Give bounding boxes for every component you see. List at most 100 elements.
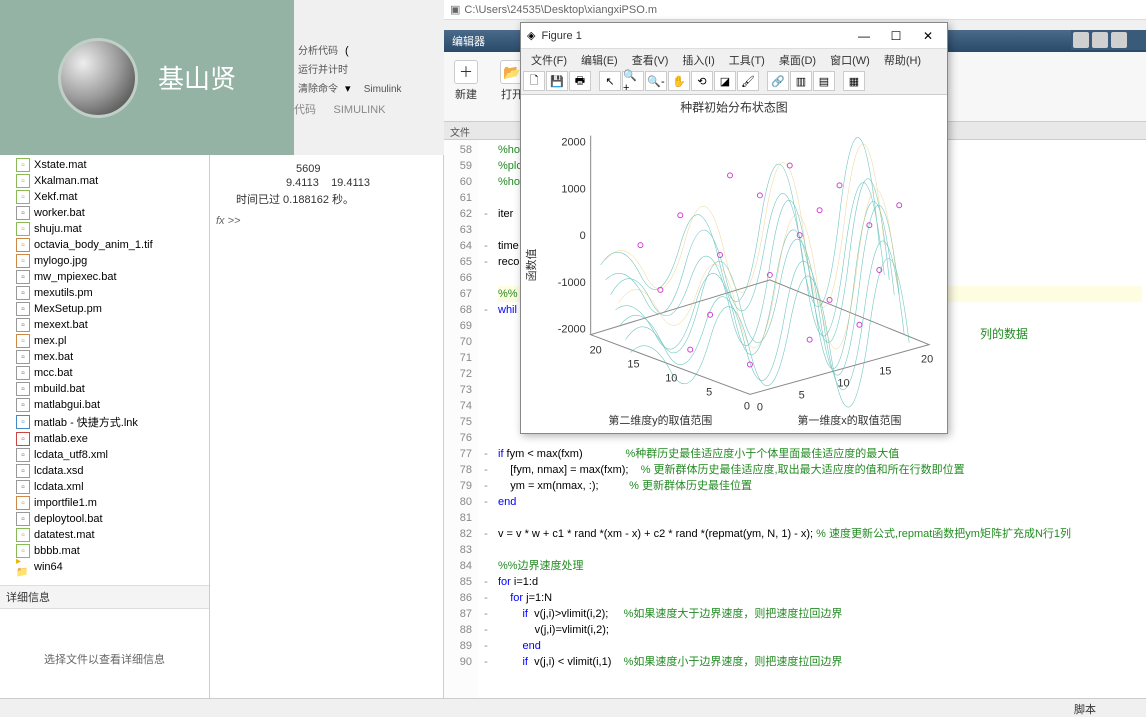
file-name: mexext.bat <box>34 319 88 331</box>
ribbon-icon[interactable] <box>1092 32 1108 48</box>
file-item[interactable]: ▫ lcdata.xml <box>2 479 207 495</box>
figure-menubar[interactable]: 文件(F)编辑(E)查看(V)插入(I)工具(T)桌面(D)窗口(W)帮助(H) <box>521 49 947 69</box>
file-item[interactable]: ▫matlabgui.bat <box>2 397 207 413</box>
command-window[interactable]: 5609 9.4113 19.4113 时间已过 0.188162 秒。 fx … <box>210 155 444 716</box>
x-label: 第一维度x的取值范围 <box>798 413 902 427</box>
output-value: 5609 <box>216 163 437 175</box>
zoom-in-icon[interactable]: 🔍+ <box>622 71 644 91</box>
save-figure-icon[interactable]: 💾 <box>546 71 568 91</box>
figure-title: Figure 1 <box>541 30 845 42</box>
file-item[interactable]: ▫ mexutils.pm <box>2 285 207 301</box>
zoom-out-icon[interactable]: 🔍- <box>645 71 667 91</box>
figure-menu-item[interactable]: 查看(V) <box>626 51 675 67</box>
colorbar-icon[interactable]: ▥ <box>790 71 812 91</box>
figure-toolbar[interactable]: 🗋 💾 🖶 ↖ 🔍+ 🔍- ✋ ⟲ ◪ 🖌 🔗 ▥ ▤ ▦ <box>521 69 947 95</box>
file-type-icon: ▫ <box>16 350 30 364</box>
file-type-icon: ▫ <box>16 270 30 284</box>
file-item[interactable]: ▫ worker.bat <box>2 205 207 221</box>
file-name: MexSetup.pm <box>34 303 102 315</box>
clear-cmd-button[interactable]: 清除命令 <box>294 78 342 97</box>
file-item[interactable]: ▫importfile1.m <box>2 495 207 511</box>
file-item[interactable]: ▫datatest.mat <box>2 527 207 543</box>
pan-icon[interactable]: ✋ <box>668 71 690 91</box>
file-type-icon: ▫ <box>16 318 30 332</box>
svg-text:5: 5 <box>706 386 712 398</box>
link-icon[interactable]: 🔗 <box>767 71 789 91</box>
ribbon-icon[interactable] <box>1073 32 1089 48</box>
figure-menu-item[interactable]: 桌面(D) <box>773 51 822 67</box>
file-item[interactable]: ▫ mexext.bat <box>2 317 207 333</box>
new-figure-icon[interactable]: 🗋 <box>523 71 545 91</box>
file-item[interactable]: ▫Xekf.mat <box>2 189 207 205</box>
file-name: lcdata.xml <box>34 481 84 493</box>
file-item[interactable]: ▫ matlab - 快捷方式.lnk <box>2 413 207 431</box>
file-tree[interactable]: ▫Xstate.mat▫Xkalman.mat▫Xekf.mat▫worker.… <box>0 155 209 585</box>
legend-icon[interactable]: ▤ <box>813 71 835 91</box>
maximize-button[interactable]: ☐ <box>883 27 909 45</box>
run-time-button[interactable]: 运行并计时 <box>294 59 352 78</box>
file-item[interactable]: ▫deploytool.bat <box>2 511 207 527</box>
simulink-button[interactable]: Simulink <box>360 82 406 97</box>
brush-icon[interactable]: 🖌 <box>737 71 759 91</box>
section-code: 代码 <box>294 104 316 116</box>
file-name: worker.bat <box>34 207 85 219</box>
file-item[interactable]: ▫ lcdata_utf8.xml <box>2 447 207 463</box>
file-item[interactable]: ▫Xkalman.mat <box>2 173 207 189</box>
file-item[interactable]: ▫ mex.bat <box>2 349 207 365</box>
figure-titlebar[interactable]: ◈ Figure 1 — ☐ ✕ <box>521 23 947 49</box>
figure-window[interactable]: ◈ Figure 1 — ☐ ✕ 文件(F)编辑(E)查看(V)插入(I)工具(… <box>520 22 948 434</box>
minimize-button[interactable]: — <box>851 27 877 45</box>
file-type-icon: ▫ <box>16 415 30 429</box>
file-name: octavia_body_anim_1.tif <box>34 239 153 251</box>
file-type-icon: ▫ <box>16 480 30 494</box>
file-item[interactable]: ▫ MexSetup.pm <box>2 301 207 317</box>
svg-text:20: 20 <box>921 354 933 366</box>
status-text: 脚本 <box>1074 701 1096 714</box>
file-type-icon: ▫ <box>16 254 30 268</box>
file-item[interactable]: ▫mex.pl <box>2 333 207 349</box>
matlab-icon: ▣ <box>450 3 460 16</box>
file-type-icon: ▫ <box>16 174 30 188</box>
figure-menu-item[interactable]: 插入(I) <box>676 51 720 67</box>
file-type-icon: ▫ <box>16 448 30 462</box>
file-name: mexutils.pm <box>34 287 93 299</box>
file-item[interactable]: ▫mbuild.bat <box>2 381 207 397</box>
hide-tools-icon[interactable]: ▦ <box>843 71 865 91</box>
datatip-icon[interactable]: ◪ <box>714 71 736 91</box>
file-item[interactable]: ▫bbbb.mat <box>2 543 207 559</box>
rotate-icon[interactable]: ⟲ <box>691 71 713 91</box>
figure-menu-item[interactable]: 窗口(W) <box>824 51 876 67</box>
file-name: mex.pl <box>34 335 66 347</box>
svg-text:0: 0 <box>757 401 763 413</box>
file-item[interactable]: ▫mcc.bat <box>2 365 207 381</box>
file-type-icon: ▫ <box>16 206 30 220</box>
figure-menu-item[interactable]: 工具(T) <box>723 51 771 67</box>
new-icon: ＋ <box>454 60 478 84</box>
figure-menu-item[interactable]: 帮助(H) <box>878 51 927 67</box>
file-item[interactable]: ▫shuju.mat <box>2 221 207 237</box>
file-item[interactable]: ▫Xstate.mat <box>2 157 207 173</box>
figure-menu-item[interactable]: 文件(F) <box>525 51 573 67</box>
file-name: matlab - 快捷方式.lnk <box>34 414 138 430</box>
svg-text:10: 10 <box>665 372 677 384</box>
print-icon[interactable]: 🖶 <box>569 71 591 91</box>
file-item[interactable]: ▸📁win64 <box>2 559 207 575</box>
file-name: mex.bat <box>34 351 73 363</box>
file-item[interactable]: ▫mylogo.jpg <box>2 253 207 269</box>
figure-menu-item[interactable]: 编辑(E) <box>575 51 624 67</box>
ribbon-icon[interactable] <box>1111 32 1127 48</box>
close-button[interactable]: ✕ <box>915 27 941 45</box>
file-item[interactable]: ▫matlab.exe <box>2 431 207 447</box>
svg-text:20: 20 <box>590 345 602 357</box>
figure-axes[interactable]: 种群初始分布状态图 200010000-1000-2000 <box>521 95 947 433</box>
file-type-icon: ▫ <box>16 302 30 316</box>
file-item[interactable]: ▫lcdata.xsd <box>2 463 207 479</box>
analyze-code-button[interactable]: 分析代码 <box>294 40 342 59</box>
file-type-icon: ▫ <box>16 286 30 300</box>
pointer-icon[interactable]: ↖ <box>599 71 621 91</box>
file-item[interactable]: ▫octavia_body_anim_1.tif <box>2 237 207 253</box>
file-name: mw_mpiexec.bat <box>34 271 117 283</box>
new-button[interactable]: ＋新建 <box>448 56 484 106</box>
file-item[interactable]: ▫ mw_mpiexec.bat <box>2 269 207 285</box>
file-name: lcdata_utf8.xml <box>34 449 108 461</box>
